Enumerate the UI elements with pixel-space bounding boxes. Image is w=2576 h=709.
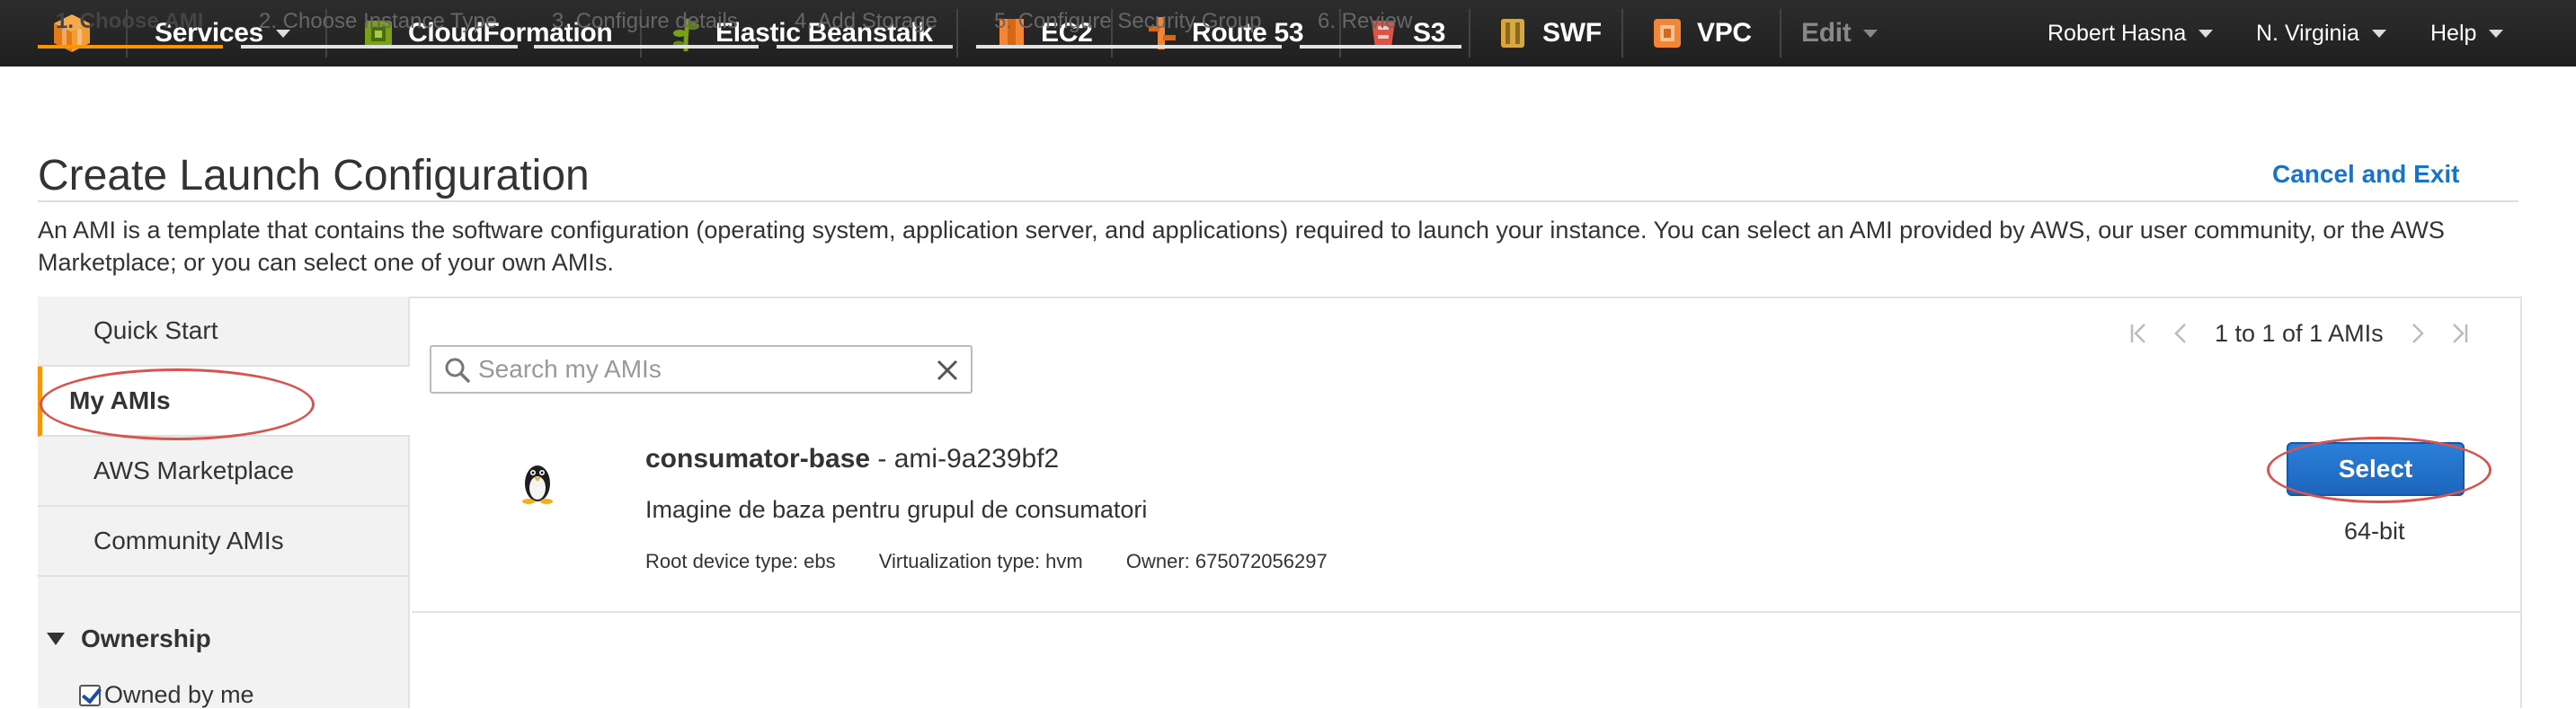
ami-description: Imagine de baza pentru grupul de consuma… xyxy=(645,496,1148,523)
wizard-step-label: 4. Add Storage xyxy=(795,9,937,33)
pager-range-text: 1 to 1 of 1 AMIs xyxy=(2215,319,2384,347)
wizard-step-security-group[interactable]: 5. Configure Security Group xyxy=(976,0,1282,49)
search-my-amis-box xyxy=(430,345,973,394)
root-device-type: Root device type: ebs xyxy=(645,550,836,572)
first-page-icon[interactable] xyxy=(2127,319,2154,348)
owned-by-me-checkbox[interactable] xyxy=(79,684,101,706)
title-divider xyxy=(38,200,2518,202)
ami-id: ami-9a239bf2 xyxy=(893,444,1060,474)
ami-architecture: 64-bit xyxy=(2344,518,2405,545)
wizard-step-label: 6. Review xyxy=(1318,9,1413,33)
sidebar-item-my-amis[interactable]: My AMIs xyxy=(38,367,410,437)
help-menu[interactable]: Help xyxy=(2430,0,2504,66)
sidebar-item-label: Community AMIs xyxy=(93,527,284,554)
ownership-label: Ownership xyxy=(81,625,211,652)
edit-label: Edit xyxy=(1801,18,1852,48)
ami-title-separator: - xyxy=(870,444,894,474)
swf-icon xyxy=(1501,19,1524,48)
linux-penguin-icon xyxy=(522,465,553,504)
nav-separator xyxy=(956,9,958,58)
sidebar-item-label: My AMIs xyxy=(69,386,171,414)
nav-separator xyxy=(1621,9,1623,58)
previous-page-icon[interactable] xyxy=(2168,319,2195,348)
wizard-step-instance-type[interactable]: 2. Choose Instance Type xyxy=(241,0,518,49)
sidebar-item-community-amis[interactable]: Community AMIs xyxy=(38,507,410,577)
nav-vpc-label: VPC xyxy=(1697,18,1752,48)
nav-swf[interactable]: SWF xyxy=(1496,0,1602,66)
nav-swf-label: SWF xyxy=(1542,18,1602,48)
intro-description: An AMI is a template that contains the s… xyxy=(38,217,2445,276)
chevron-down-icon xyxy=(2371,29,2386,38)
chevron-down-icon xyxy=(2489,29,2504,38)
wizard-step-choose-ami[interactable]: 1. Choose AMI xyxy=(38,0,223,49)
cancel-and-exit-link[interactable]: Cancel and Exit xyxy=(2272,160,2460,189)
help-label: Help xyxy=(2430,20,2477,46)
sidebar-item-label: Quick Start xyxy=(93,316,218,344)
chevron-down-icon xyxy=(1863,29,1879,38)
wizard-step-add-storage[interactable]: 4. Add Storage xyxy=(777,0,953,49)
nav-vpc[interactable]: VPC xyxy=(1650,0,1752,66)
ami-name: consumator-base xyxy=(645,444,871,474)
vpc-icon xyxy=(1654,19,1681,48)
wizard-step-label: 2. Choose Instance Type xyxy=(259,9,498,33)
edit-menu[interactable]: Edit xyxy=(1801,0,1879,66)
nav-separator xyxy=(1780,9,1781,58)
page-title: Create Launch Configuration xyxy=(38,152,590,199)
search-icon xyxy=(445,358,470,383)
ami-metadata: Root device type: ebs Virtualization typ… xyxy=(645,550,1365,573)
ownership-filter-header[interactable]: Ownership xyxy=(47,625,211,653)
wizard-step-label: 1. Choose AMI xyxy=(56,9,204,33)
clear-search-icon[interactable] xyxy=(935,358,960,383)
ami-title: consumator-base - ami-9a239bf2 xyxy=(645,444,1059,474)
wizard-step-label: 5. Configure Security Group xyxy=(994,9,1262,33)
virtualization-type: Virtualization type: hvm xyxy=(878,550,1083,572)
ami-owner: Owner: 675072056297 xyxy=(1125,550,1328,572)
sidebar-item-label: AWS Marketplace xyxy=(93,456,295,484)
last-page-icon[interactable] xyxy=(2445,319,2472,348)
sidebar-item-aws-marketplace[interactable]: AWS Marketplace xyxy=(38,437,410,507)
owned-by-me-label: Owned by me xyxy=(104,681,254,708)
region-menu[interactable]: N. Virginia xyxy=(2256,0,2386,66)
results-pager: 1 to 1 of 1 AMIs xyxy=(2119,315,2479,352)
search-my-amis-input[interactable] xyxy=(478,350,910,389)
user-menu[interactable]: Robert Hasna xyxy=(2047,0,2214,66)
user-name: Robert Hasna xyxy=(2047,20,2187,46)
next-page-icon[interactable] xyxy=(2403,319,2430,348)
wizard-step-configure-details[interactable]: 3. Configure details xyxy=(534,0,759,49)
select-ami-button[interactable]: Select xyxy=(2287,442,2465,496)
sidebar-item-quick-start[interactable]: Quick Start xyxy=(38,297,410,367)
caret-down-icon xyxy=(47,633,65,645)
nav-separator xyxy=(1469,9,1470,58)
wizard-step-label: 3. Configure details xyxy=(552,9,738,33)
region-name: N. Virginia xyxy=(2256,20,2359,46)
owned-by-me-filter[interactable]: Owned by me xyxy=(79,681,254,709)
chevron-down-icon xyxy=(2198,29,2214,38)
wizard-step-review[interactable]: 6. Review xyxy=(1300,0,1461,49)
